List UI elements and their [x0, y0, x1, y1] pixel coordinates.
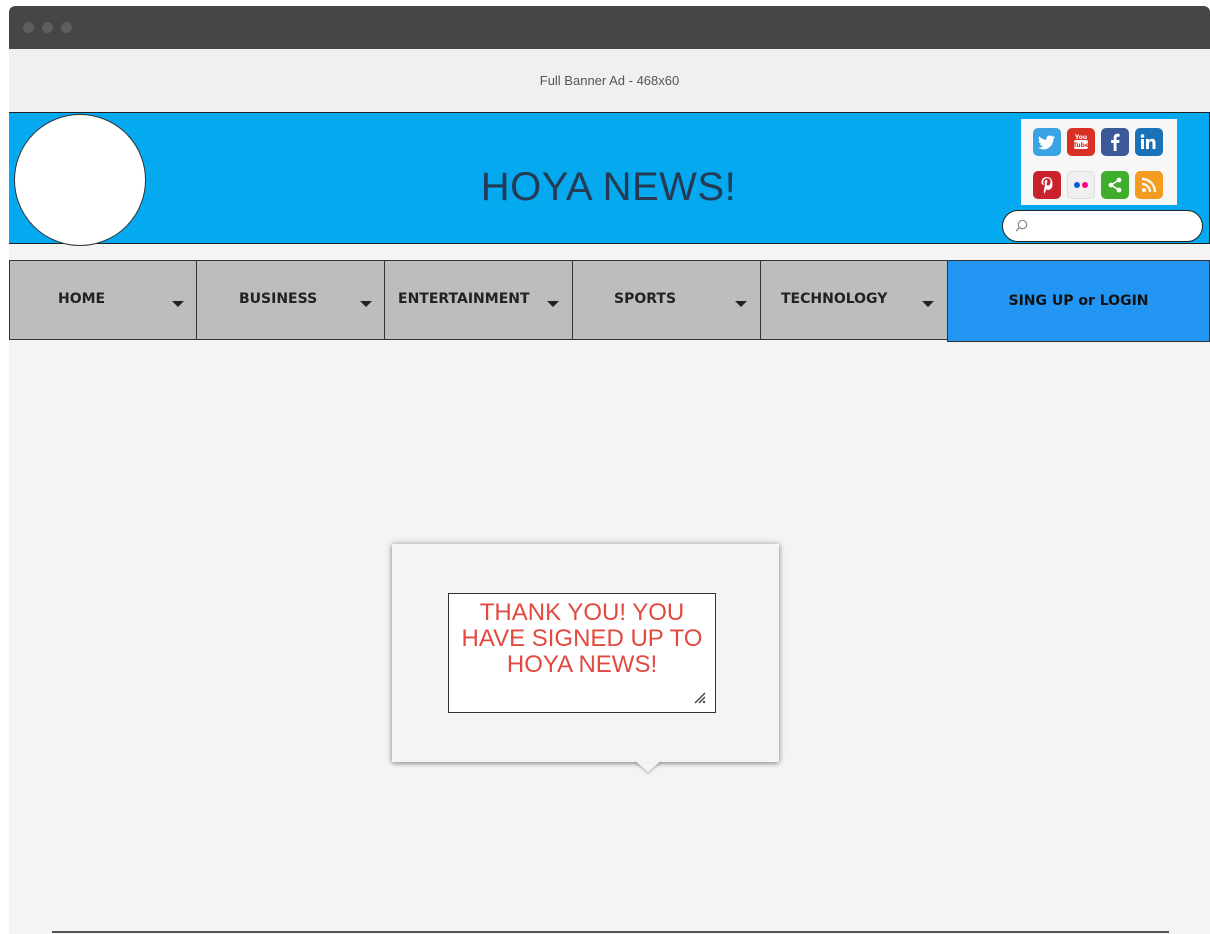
chevron-down-icon[interactable] — [547, 301, 559, 307]
chevron-down-icon[interactable] — [172, 301, 184, 307]
signup-confirmation-popup: THANK YOU! YOU HAVE SIGNED UP TO HOYA NE… — [392, 544, 779, 772]
search-icon[interactable] — [1015, 219, 1028, 232]
nav-item-business[interactable]: BUSINESS — [196, 260, 385, 340]
flickr-icon[interactable] — [1067, 170, 1095, 199]
maximize-window-icon[interactable] — [61, 22, 72, 33]
nav-item-sports[interactable]: SPORTS — [572, 260, 761, 340]
nav-item-entertainment[interactable]: ENTERTAINMENT — [384, 260, 573, 340]
linkedin-icon[interactable] — [1135, 128, 1163, 156]
confirmation-message-line: HOYA NEWS! — [506, 651, 658, 678]
banner-ad-label: Full Banner Ad - 468x60 — [539, 73, 680, 88]
footer-divider — [52, 931, 1169, 933]
rss-icon[interactable] — [1135, 170, 1163, 199]
site-header: HOYA NEWS! You Tube — [9, 112, 1210, 246]
search-input[interactable] — [1033, 215, 1197, 239]
nav-item-home[interactable]: HOME — [9, 260, 197, 340]
twitter-icon[interactable] — [1033, 128, 1061, 156]
nav-item-label: HOME — [58, 291, 106, 307]
signup-login-button[interactable]: SING UP or LOGIN — [947, 260, 1210, 342]
main-nav: HOME BUSINESS ENTERTAINMENT SPORTS TECHN… — [9, 260, 1210, 342]
chevron-down-icon[interactable] — [360, 301, 372, 307]
nav-item-label: ENTERTAINMENT — [398, 291, 530, 307]
nav-item-label: BUSINESS — [239, 291, 318, 307]
confirmation-message-line: HAVE SIGNED UP TO — [461, 625, 703, 652]
popup-pointer — [634, 760, 662, 772]
svg-text:Tube: Tube — [1073, 142, 1089, 149]
nav-item-technology[interactable]: TECHNOLOGY — [760, 260, 948, 340]
banner-ad[interactable]: Full Banner Ad - 468x60 — [9, 49, 1210, 112]
youtube-icon[interactable]: You Tube — [1067, 128, 1095, 156]
chevron-down-icon[interactable] — [922, 301, 934, 307]
close-window-icon[interactable] — [23, 22, 34, 33]
confirmation-message-line: THANK YOU! YOU — [479, 599, 685, 626]
minimize-window-icon[interactable] — [42, 22, 53, 33]
search-box[interactable] — [1002, 210, 1203, 242]
browser-window: Full Banner Ad - 468x60 HOYA NEWS! You Tu… — [9, 6, 1210, 934]
svg-text:You: You — [1074, 134, 1087, 141]
facebook-icon[interactable] — [1101, 128, 1129, 156]
title-bar — [9, 6, 1210, 49]
confirmation-message-box: THANK YOU! YOU HAVE SIGNED UP TO HOYA NE… — [448, 593, 716, 713]
nav-item-label: TECHNOLOGY — [781, 291, 888, 307]
confirmation-message: THANK YOU! YOU HAVE SIGNED UP TO HOYA NE… — [455, 600, 709, 678]
resize-handle-icon[interactable] — [693, 691, 706, 704]
signup-login-label: SING UP or LOGIN — [1008, 293, 1149, 309]
pinterest-icon[interactable] — [1033, 170, 1061, 199]
share-icon[interactable] — [1101, 170, 1129, 199]
social-icons: You Tube — [1021, 119, 1177, 205]
chevron-down-icon[interactable] — [735, 301, 747, 307]
nav-item-label: SPORTS — [614, 291, 677, 307]
